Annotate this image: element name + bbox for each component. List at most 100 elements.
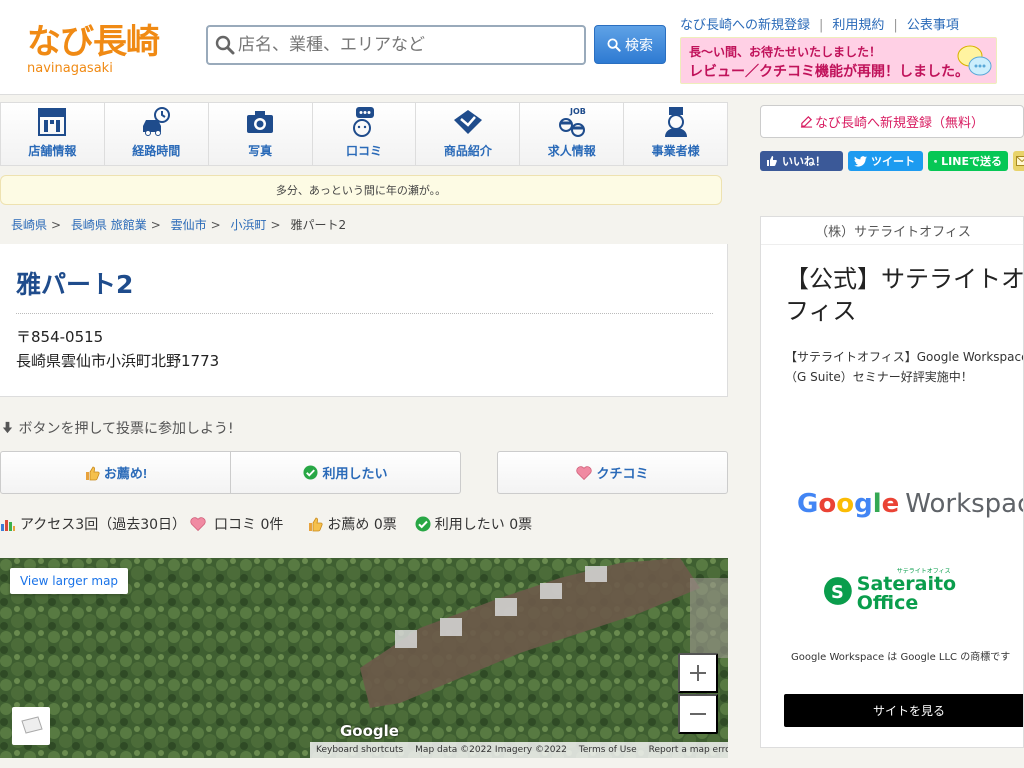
register-link[interactable]: なび長崎への新規登録 [680,18,810,33]
site-header: なび長崎 navinagasaki 検索 なび長崎への新規登録|利用規約|公表事… [0,0,1024,95]
line-send-label: LINEで送る [941,155,1002,168]
view-larger-map-link[interactable]: View larger map [10,568,128,594]
want-count: 利用したい 0票 [434,517,533,533]
facebook-like-label: いいね！ [782,155,826,168]
sateraito-office-logo: S サテライトオフィス Sateraito Office [823,569,1023,613]
register-free-button[interactable]: なび長崎へ新規登録（無料） [760,105,1024,138]
breadcrumb-prefecture[interactable]: 長崎県 [11,218,47,232]
ad-title[interactable]: 【公式】サテライトオフィス [785,263,1023,327]
report-map-error-link[interactable]: Report a map error [643,745,728,755]
minus-icon [690,713,706,715]
tab-jobs[interactable]: JOB 求人情報 [520,103,625,165]
map-data-attribution: Map data ©2022 Imagery ©2022 [415,745,567,755]
breadcrumb: 長崎県 > 長崎県 旅館業 > 雲仙市 > 小浜町 > 雅パート2 [11,218,347,232]
search-button-label: 検索 [625,37,653,54]
shop-tab-nav: 店舗情報 経路時間 写真 口コミ 商品紹介 JOB 求人情報 事業者様 [0,102,728,166]
logo-text: なび長崎 [27,22,160,62]
line-icon: LINE [934,159,937,162]
sateraito-logo-text: Sateraito Office [856,573,957,614]
facebook-like-icon [767,156,777,166]
business-icon [664,107,687,137]
ad-visit-site-button[interactable]: サイトを見る [784,694,1023,727]
sidebar-ad[interactable]: （株）サテライトオフィス 【公式】サテライトオフィス 【サテライトオフィス】Go… [760,216,1024,748]
ad-description: 【サテライトオフィス】Google Workspace（G Suite）セミナー… [785,350,1024,384]
breadcrumb-city[interactable]: 雲仙市 [171,218,207,232]
tab-label: 口コミ [346,144,383,158]
breadcrumb-category[interactable]: 長崎県 旅館業 [71,218,147,232]
tab-reviews[interactable]: 口コミ [312,103,417,165]
line-send-button[interactable]: LINE LINEで送る [928,151,1008,171]
breadcrumb-town[interactable]: 小浜町 [231,218,267,232]
ad-sponsor: （株）サテライトオフィス [761,217,1023,245]
want-to-use-button[interactable]: 利用したい [230,451,461,494]
tab-shop-info[interactable]: 店舗情報 [1,103,105,165]
mail-share-button[interactable] [1013,151,1024,171]
kuchikomi-button[interactable]: クチコミ [497,451,728,494]
tab-products[interactable]: 商品紹介 [416,103,521,165]
thumbs-up-icon [85,466,100,480]
recommend-label: お薦め! [103,466,148,481]
social-share-bar: いいね！ ツイート LINE LINEで送る [760,151,1024,171]
speech-bubble-icon [957,45,992,76]
twitter-bird-icon [854,155,867,167]
job-icon: JOB [558,107,586,137]
comment-icon [353,107,374,137]
edit-icon [800,116,813,128]
facebook-like-button[interactable]: いいね！ [760,151,843,171]
tab-label: 求人情報 [547,144,596,158]
zoom-in-button[interactable] [678,653,718,693]
info-icon [38,108,67,136]
thumbs-up-icon [309,517,323,532]
disclosure-link[interactable]: 公表事項 [907,18,959,33]
terms-of-use-link[interactable]: Terms of Use [573,745,643,755]
recommend-count: お薦め 0票 [327,517,397,533]
shop-stats: アクセス3回（過去30日） 口コミ 0件 お薦め 0票 利用したい 0票 [0,514,532,534]
street-view-pegman[interactable] [12,707,50,745]
postal-code: 〒854-0515 [16,328,104,346]
google-logo: Google [340,722,399,740]
heart-icon [190,517,206,532]
tab-photos[interactable]: 写真 [208,103,313,165]
camera-icon [247,111,274,133]
tab-route-time[interactable]: 経路時間 [104,103,209,165]
review-reopen-banner[interactable]: 長〜い間、お待たせいたしました！ レビュー／クチコミ機能が再開！しました。 [680,37,997,84]
search-button[interactable]: 検索 [594,25,666,64]
heart-icon [576,465,593,480]
search-input[interactable] [238,31,578,59]
plus-icon [690,665,706,681]
tab-label: 店舗情報 [28,144,77,158]
google-workspace-logo: GoogleWorkspace [797,489,1023,519]
tab-label: 事業者様 [651,144,700,158]
page-title: 雅パート2 [16,270,134,299]
map-tilt-icon [21,716,43,734]
tab-label: 商品紹介 [443,144,492,158]
tab-label: 経路時間 [132,144,181,158]
check-circle-icon [303,465,319,480]
search-icon [607,37,621,52]
check-circle-icon [415,516,431,532]
tab-label: 写真 [248,144,273,158]
logo-subtext: navinagasaki [27,61,113,76]
tab-business[interactable]: 事業者様 [624,103,728,165]
svg-text:JOB: JOB [569,107,586,116]
search-icon [215,35,235,55]
map-embed[interactable]: View larger map Google Keyboard shortcut… [0,558,728,758]
breadcrumb-current: 雅パート2 [290,218,347,232]
map-footer: Keyboard shortcuts Map data ©2022 Imager… [310,742,728,758]
vote-hint: ボタンを押して投票に参加しよう! [1,418,234,438]
site-logo[interactable]: なび長崎 navinagasaki [27,22,173,77]
terms-link[interactable]: 利用規約 [832,18,884,33]
divider [16,313,713,314]
kuchikomi-count: 口コミ 0件 [214,517,284,533]
recommend-button[interactable]: お薦め! [0,451,231,494]
want-to-use-label: 利用したい [322,466,388,481]
svg-text:S: S [831,582,844,603]
zoom-out-button[interactable] [678,694,718,734]
ad-trademark-note: Google Workspace は Google LLC の商標です [791,652,1011,663]
top-links: なび長崎への新規登録 | 利用規約 | 公表事項 [680,18,959,33]
tweet-button[interactable]: ツイート [848,151,923,171]
keyboard-shortcuts-link[interactable]: Keyboard shortcuts [310,745,409,755]
tweet-label: ツイート [871,155,915,168]
search-box [206,25,586,65]
bar-chart-icon [1,520,15,531]
